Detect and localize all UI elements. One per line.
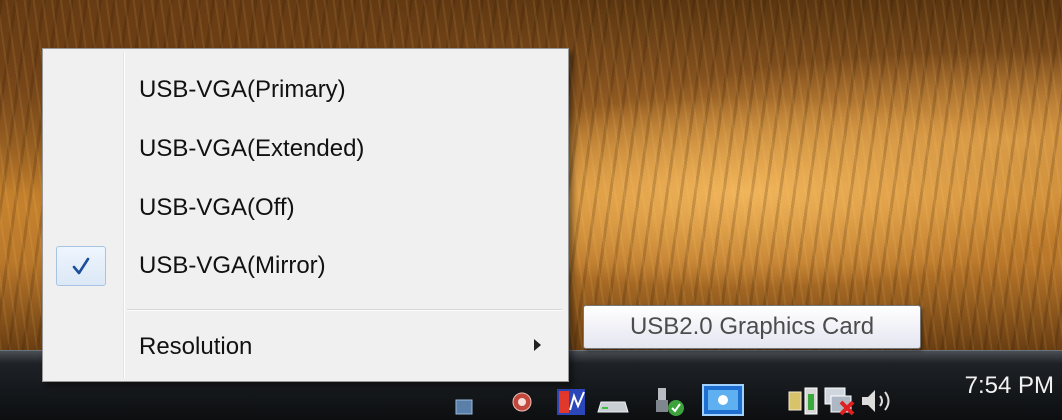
- submenu-arrow-icon: [534, 339, 541, 351]
- checkmark-icon: [72, 257, 90, 275]
- menu-item-label: USB-VGA(Mirror): [139, 252, 326, 279]
- taskbar-clock[interactable]: 7:54 PM: [965, 368, 1054, 404]
- menu-item-label: Resolution: [139, 333, 253, 360]
- menu-item-usb-vga-off[interactable]: USB-VGA(Off): [46, 180, 565, 236]
- usb-graphics-card-icon[interactable]: [702, 384, 744, 416]
- network-disconnected-icon[interactable]: [823, 386, 857, 416]
- tray-tooltip: USB2.0 Graphics Card: [583, 305, 921, 349]
- menu-item-label: USB-VGA(Extended): [139, 135, 365, 162]
- network-icon[interactable]: [452, 394, 476, 418]
- menu-item-usb-vga-mirror[interactable]: USB-VGA(Mirror): [46, 238, 565, 294]
- menu-item-usb-vga-primary[interactable]: USB-VGA(Primary): [46, 62, 565, 118]
- volume-icon[interactable]: [858, 386, 898, 416]
- graphics-monitor-icon[interactable]: [556, 388, 586, 416]
- power-plug-icon[interactable]: [787, 386, 821, 416]
- removable-drive-icon[interactable]: [597, 396, 629, 416]
- menu-separator: [127, 309, 562, 311]
- menu-item-label: USB-VGA(Primary): [139, 76, 346, 103]
- menu-item-resolution[interactable]: Resolution: [46, 319, 565, 375]
- security-shield-icon[interactable]: [510, 390, 534, 414]
- menu-item-label: USB-VGA(Off): [139, 194, 295, 221]
- usb-vga-context-menu: USB-VGA(Primary) USB-VGA(Extended) USB-V…: [42, 48, 569, 382]
- menu-item-usb-vga-extended[interactable]: USB-VGA(Extended): [46, 121, 565, 177]
- usb-device-check-icon[interactable]: [652, 386, 686, 416]
- checkmark-highlight: [56, 246, 106, 286]
